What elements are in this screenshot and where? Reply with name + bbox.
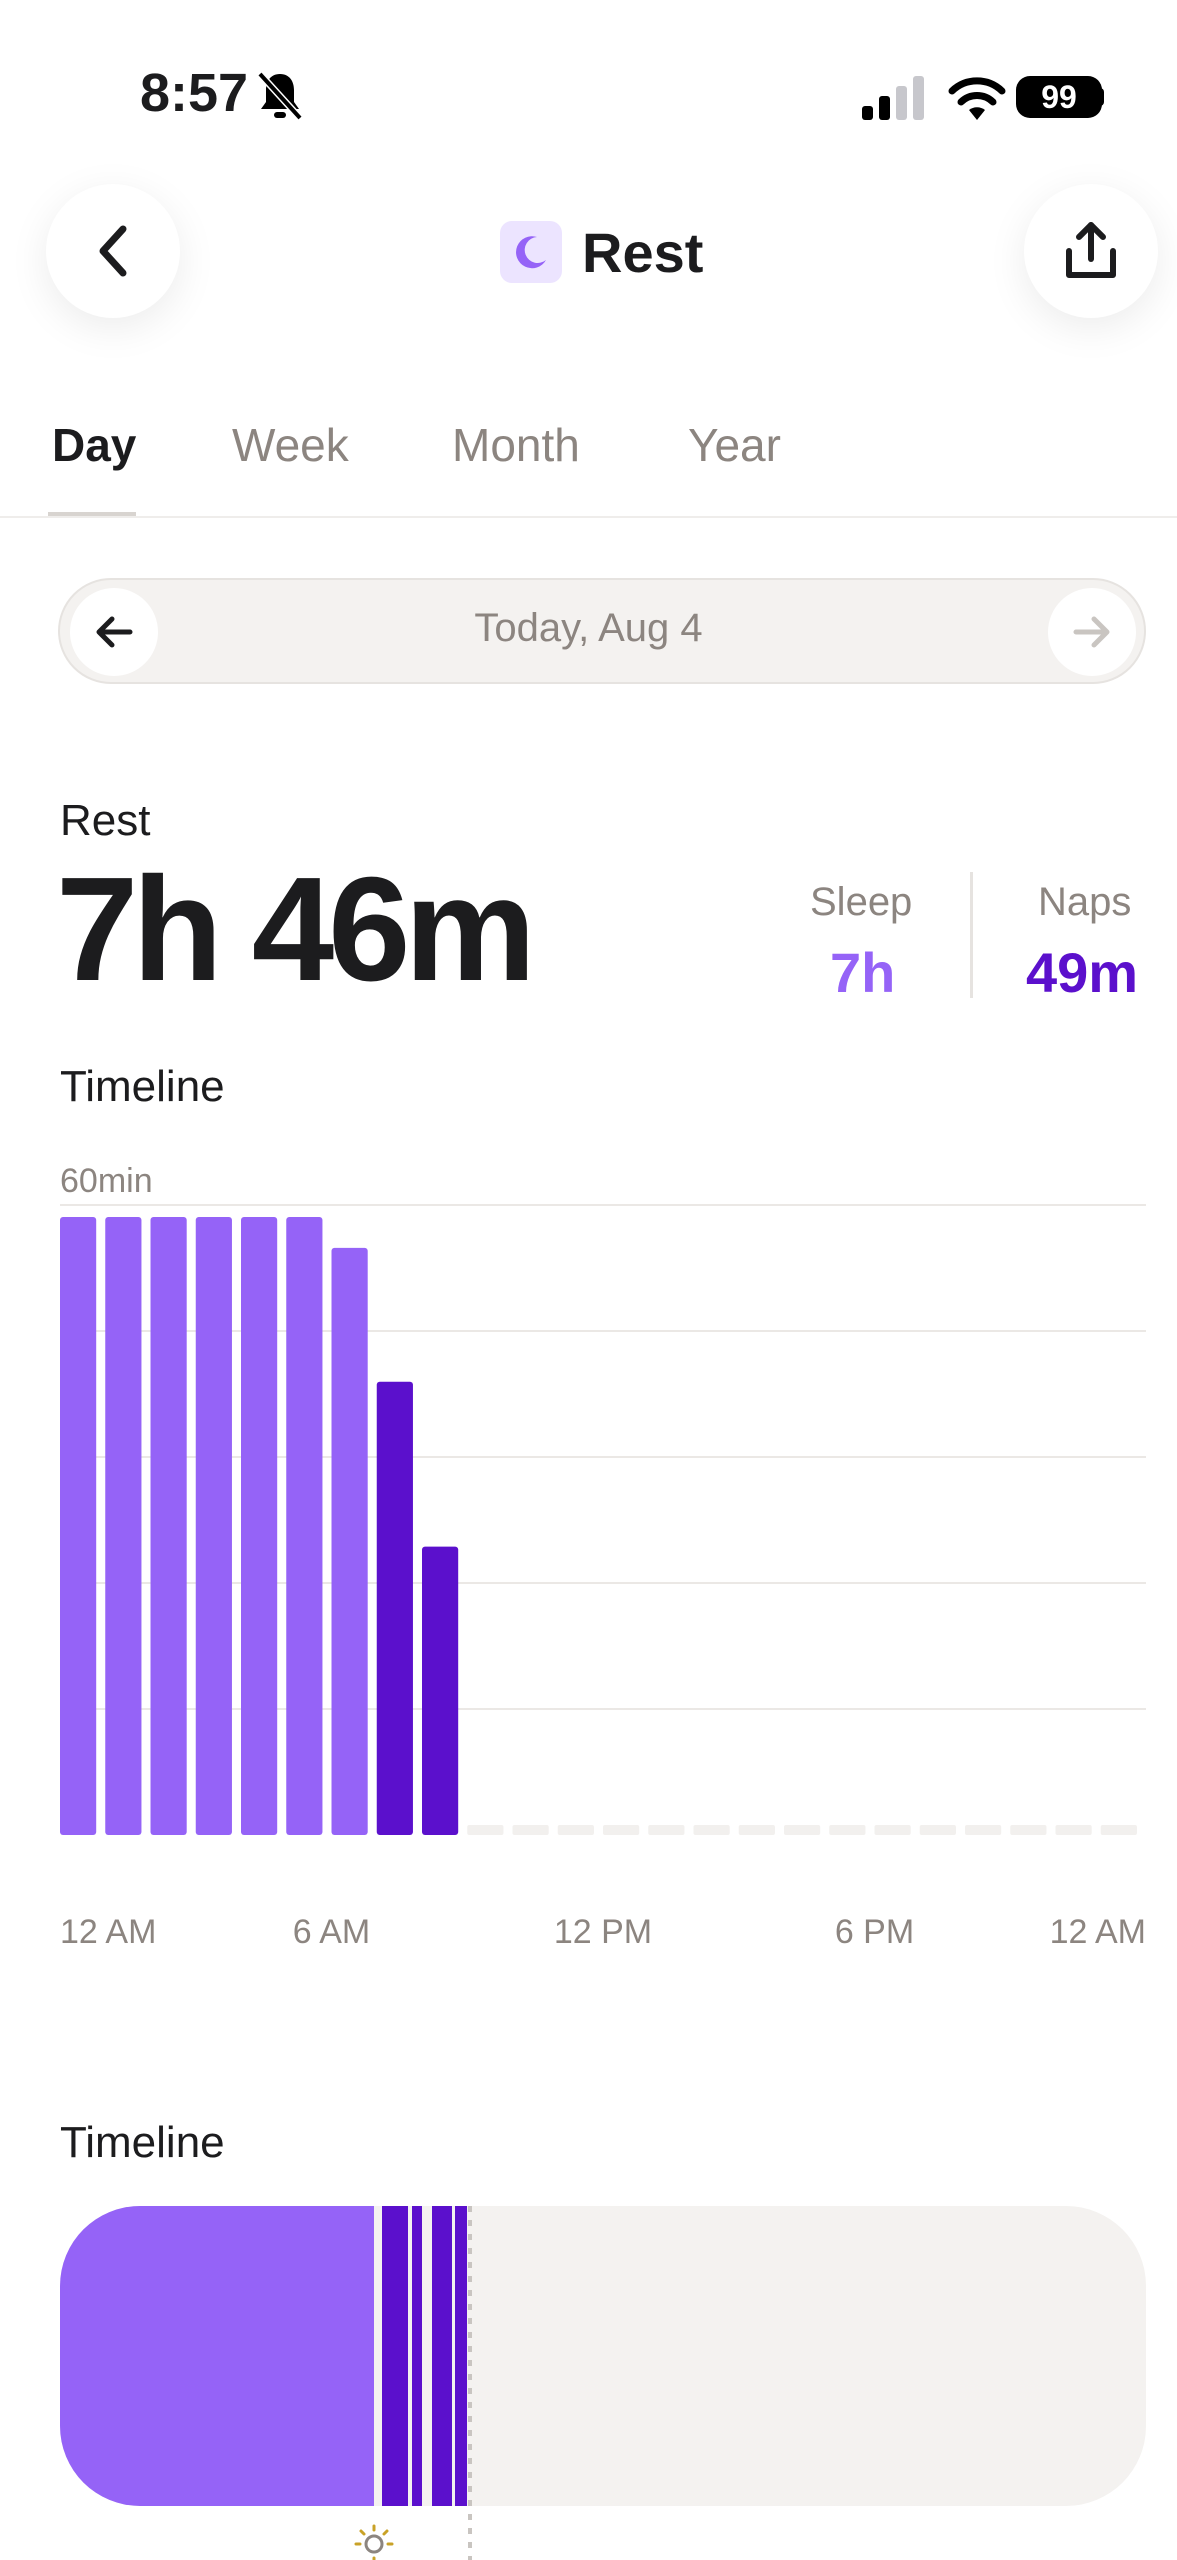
empty-bar xyxy=(557,1825,594,1835)
rest-timeline-chart: 60min 12 AM 6 AM 12 PM 6 PM 12 AM xyxy=(60,1162,1146,1951)
wifi-icon xyxy=(948,77,1006,120)
page-title-group: Rest xyxy=(500,218,703,286)
timeline-nap-block xyxy=(382,2206,408,2506)
next-day-button[interactable] xyxy=(1048,588,1136,676)
empty-bar xyxy=(1100,1825,1137,1835)
empty-bar xyxy=(784,1825,821,1835)
empty-bar xyxy=(874,1825,911,1835)
share-button[interactable] xyxy=(1024,184,1158,318)
empty-bar xyxy=(467,1825,504,1835)
rest-label: Rest xyxy=(60,796,151,845)
empty-bar xyxy=(829,1825,866,1835)
empty-bar xyxy=(603,1825,640,1835)
timeline-nap-block xyxy=(412,2206,422,2506)
battery-tip xyxy=(1098,88,1104,106)
sleep-bar xyxy=(60,1217,97,1835)
sun-icon xyxy=(354,2524,394,2560)
x-tick-label: 12 PM xyxy=(554,1913,652,1951)
tab-month[interactable]: Month xyxy=(452,418,580,472)
empty-bar xyxy=(1010,1825,1047,1835)
sleep-bar xyxy=(195,1217,232,1835)
tab-day[interactable]: Day xyxy=(52,418,136,472)
empty-bar xyxy=(512,1825,549,1835)
sleep-bar xyxy=(105,1217,142,1835)
empty-bar xyxy=(1055,1825,1092,1835)
sleep-label: Sleep xyxy=(810,880,913,924)
empty-baseline xyxy=(467,1825,1137,1835)
timeline-sleep-block xyxy=(60,2206,374,2506)
x-tick-label: 12 AM xyxy=(1050,1913,1146,1951)
tab-year[interactable]: Year xyxy=(688,418,781,472)
chevron-left-icon xyxy=(99,225,127,277)
sleep-bar xyxy=(150,1217,187,1835)
battery-indicator: 99 xyxy=(1016,76,1102,118)
tabs-divider xyxy=(0,516,1177,518)
sleep-bar xyxy=(286,1217,323,1835)
stat-divider xyxy=(970,872,973,998)
sleep-bar xyxy=(241,1217,278,1835)
date-label: Today, Aug 4 xyxy=(474,606,703,650)
status-time: 8:57 xyxy=(140,63,249,123)
page-title: Rest xyxy=(582,220,704,284)
timeline-nap-block xyxy=(432,2206,452,2506)
share-icon xyxy=(1066,222,1116,278)
naps-bar xyxy=(376,1381,413,1835)
naps-bar xyxy=(422,1546,459,1835)
arrow-right-icon xyxy=(1073,616,1110,648)
back-button[interactable] xyxy=(46,184,180,318)
empty-bar xyxy=(965,1825,1002,1835)
sleep-value: 7h xyxy=(830,941,896,1004)
empty-bar xyxy=(648,1825,685,1835)
chart-bars xyxy=(60,1217,459,1835)
empty-bar xyxy=(738,1825,775,1835)
y-max-label: 60min xyxy=(60,1162,153,1200)
timeline-strip-title: Timeline xyxy=(60,2118,225,2167)
timeline-strip xyxy=(60,2206,1146,2560)
timeline-chart-title: Timeline xyxy=(60,1062,225,1111)
x-tick-label: 6 AM xyxy=(293,1913,370,1951)
naps-label: Naps xyxy=(1038,880,1132,924)
empty-bar xyxy=(693,1825,730,1835)
sleep-bar xyxy=(331,1247,368,1835)
tab-week[interactable]: Week xyxy=(232,418,349,472)
rest-total: 7h 46m xyxy=(56,847,536,1012)
timeline-nap-block xyxy=(455,2206,467,2506)
naps-value: 49m xyxy=(1026,941,1139,1004)
x-axis-ticks: 12 AM 6 AM 12 PM 6 PM 12 AM xyxy=(60,1913,1146,1951)
empty-bar xyxy=(919,1825,956,1835)
x-tick-label: 12 AM xyxy=(60,1913,156,1951)
x-tick-label: 6 PM xyxy=(835,1913,914,1951)
moon-icon xyxy=(500,221,562,283)
signal-icon xyxy=(862,76,924,120)
bell-muted-icon xyxy=(257,71,303,121)
